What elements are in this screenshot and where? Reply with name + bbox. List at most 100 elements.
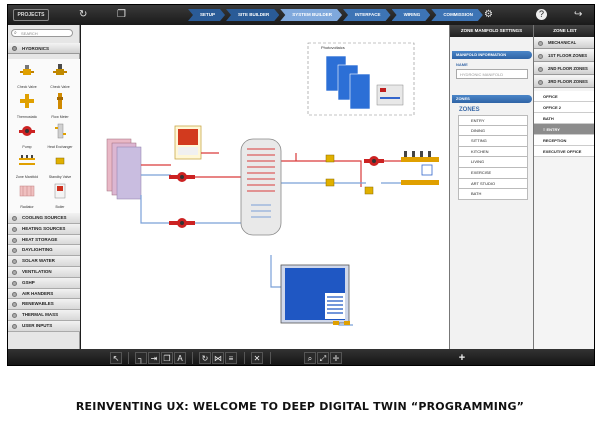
component-heat-exchanger[interactable]: Heat Exchanger xyxy=(45,123,75,149)
section-hydronics[interactable]: HYDRONICS xyxy=(8,43,80,54)
boiler[interactable] xyxy=(174,125,202,160)
heat-exchanger[interactable] xyxy=(280,264,350,324)
category-heating-sources[interactable]: HEATING SOURCES xyxy=(8,223,80,235)
component-check-valve[interactable]: Check Valve xyxy=(45,63,75,89)
zone-row-exercise[interactable]: EXERCISE xyxy=(458,167,528,179)
pump[interactable] xyxy=(169,172,195,182)
toolbar-divider xyxy=(192,352,193,364)
add-button[interactable]: + xyxy=(456,352,468,364)
zone-item-office-2[interactable]: OFFICE 2 xyxy=(534,102,594,113)
category-thermal-mass[interactable]: THERMAL MASS xyxy=(8,310,80,321)
zone-item-office[interactable]: OFFICE xyxy=(534,91,594,102)
zone-item-reception[interactable]: RECEPTION xyxy=(534,135,594,146)
text-tool-icon[interactable]: A xyxy=(174,352,186,364)
zone-manifold-settings-panel: ZONE MANIFOLD SETTINGS MANIFOLD INFORMAT… xyxy=(449,25,533,349)
component-standby-valve[interactable]: Standby Valve xyxy=(45,153,75,179)
balancing-valve[interactable] xyxy=(364,186,374,195)
align-icon[interactable]: ≡ xyxy=(225,352,237,364)
zones-header[interactable]: ZONES xyxy=(452,95,532,103)
zone-group-mechanical[interactable]: MECHANICAL xyxy=(534,37,594,49)
zone-row-entry[interactable]: ENTRY xyxy=(458,115,528,126)
radiator-stack[interactable] xyxy=(106,138,142,200)
fit-screen-icon[interactable]: ⤢ xyxy=(317,352,329,364)
category-label: HEATING SOURCES xyxy=(22,225,66,231)
category-user-inputs[interactable]: USER INPUTS xyxy=(8,320,80,332)
zone-item-entry[interactable]: ≡ ENTRY xyxy=(534,124,594,135)
category-gshp[interactable]: GSHP xyxy=(8,277,80,289)
component-label: Check Valve xyxy=(50,85,70,89)
step-interface[interactable]: INTERFACE xyxy=(343,9,391,21)
refresh-icon[interactable]: ↻ xyxy=(79,8,87,21)
copy-icon[interactable]: ❐ xyxy=(161,352,173,364)
category-daylighting[interactable]: DAYLIGHTING xyxy=(8,245,80,257)
help-icon[interactable]: ? xyxy=(536,9,547,20)
fitting xyxy=(333,321,339,325)
zone-row-living[interactable]: LIVING xyxy=(458,157,528,168)
category-label: VENTILATION xyxy=(22,268,52,274)
zone-row-dining[interactable]: DINING xyxy=(458,125,528,137)
expand-icon xyxy=(12,269,17,275)
step-site-builder[interactable]: SITE BUILDER xyxy=(226,9,279,21)
zone-row-art-studio[interactable]: ART STUDIO xyxy=(458,178,528,190)
component-pump[interactable]: Pump xyxy=(12,123,42,149)
search-input[interactable]: ⌕ SEARCH xyxy=(11,29,73,37)
gear-icon[interactable]: ⚙ xyxy=(484,8,493,21)
category-solar-water[interactable]: SOLAR WATER xyxy=(8,256,80,267)
expand-icon xyxy=(538,79,543,85)
expand-icon xyxy=(12,259,17,265)
step-wiring[interactable]: WIRING xyxy=(392,9,431,21)
zone-row-sitting[interactable]: SITTING xyxy=(458,136,528,147)
new-document-icon[interactable]: ❐ xyxy=(117,8,126,21)
zone-group-3rd-floor[interactable]: 3RD FLOOR ZONES xyxy=(534,76,594,88)
photovoltaics-label: Photovoltaics xyxy=(321,45,345,50)
storage-tank[interactable] xyxy=(240,138,282,236)
flip-icon[interactable]: ⋈ xyxy=(212,352,224,364)
select-pointer-icon[interactable]: ↖ xyxy=(110,352,122,364)
pan-icon[interactable]: ✛ xyxy=(330,352,342,364)
system-builder-canvas[interactable]: Photovoltaics xyxy=(81,25,449,349)
export-icon[interactable]: ⇥ xyxy=(148,352,160,364)
step-commission[interactable]: COMMISSION xyxy=(431,9,483,21)
mixing-valve[interactable] xyxy=(325,154,335,163)
pump[interactable] xyxy=(169,218,195,228)
category-cooling-sources[interactable]: COOLING SOURCES xyxy=(8,213,80,224)
fitting xyxy=(344,321,350,325)
zone-row-bath[interactable]: BATH xyxy=(458,189,528,200)
category-renewables[interactable]: RENEWABLES xyxy=(8,299,80,311)
panel-title: ZONE LIST xyxy=(534,25,594,37)
inverter[interactable] xyxy=(376,84,404,106)
zone-group-label: 2ND FLOOR ZONES xyxy=(548,66,588,71)
standby-valve-icon xyxy=(55,157,65,165)
zone-item-executive-office[interactable]: EXECUTIVE OFFICE xyxy=(534,146,594,157)
projects-button[interactable]: PROJECTS xyxy=(13,9,49,21)
manifold-information-header[interactable]: MANIFOLD INFORMATION xyxy=(452,51,532,59)
component-label: Heat Exchanger xyxy=(47,145,73,149)
category-heat-storage[interactable]: HEAT STORAGE xyxy=(8,234,80,246)
hydronic-schematic[interactable]: Photovoltaics xyxy=(81,25,449,349)
zone-group-1st-floor[interactable]: 1ST FLOOR ZONES xyxy=(534,50,594,62)
component-flow-meter[interactable]: Flow Meter xyxy=(45,93,75,119)
share-icon[interactable]: ↪ xyxy=(574,8,582,21)
check-valve[interactable] xyxy=(325,178,335,187)
step-system-builder[interactable]: SYSTEM BUILDER xyxy=(280,9,342,21)
rotate-icon[interactable]: ↻ xyxy=(199,352,211,364)
component-boiler[interactable]: Boiler xyxy=(45,183,75,209)
step-setup[interactable]: SETUP xyxy=(188,9,225,21)
pipe-tool-icon[interactable]: ┐ xyxy=(135,352,147,364)
zoom-icon[interactable]: ⌕ xyxy=(304,352,316,364)
zone-row-kitchen[interactable]: KITCHEN xyxy=(458,146,528,158)
category-air-handers[interactable]: AIR HANDERS xyxy=(8,288,80,300)
zone-group-2nd-floor[interactable]: 2ND FLOOR ZONES xyxy=(534,63,594,75)
manifold-name-field[interactable]: HYDRONIC MANIFOLD xyxy=(456,69,528,79)
component-thermostatic[interactable]: Thermostatic xyxy=(12,93,42,119)
component-radiator[interactable]: Radiator xyxy=(12,183,42,209)
pump[interactable] xyxy=(364,156,384,166)
zone-item-bath[interactable]: BATH xyxy=(534,113,594,124)
component-label: Pump xyxy=(22,145,32,149)
zone-manifold[interactable] xyxy=(401,151,439,185)
component-zone-manifold[interactable]: Zone Manifold xyxy=(12,153,42,179)
category-ventilation[interactable]: VENTILATION xyxy=(8,266,80,278)
component-check-valve[interactable]: Check Valve xyxy=(12,63,42,89)
expand-icon xyxy=(12,323,17,329)
delete-icon[interactable]: ✕ xyxy=(251,352,263,364)
